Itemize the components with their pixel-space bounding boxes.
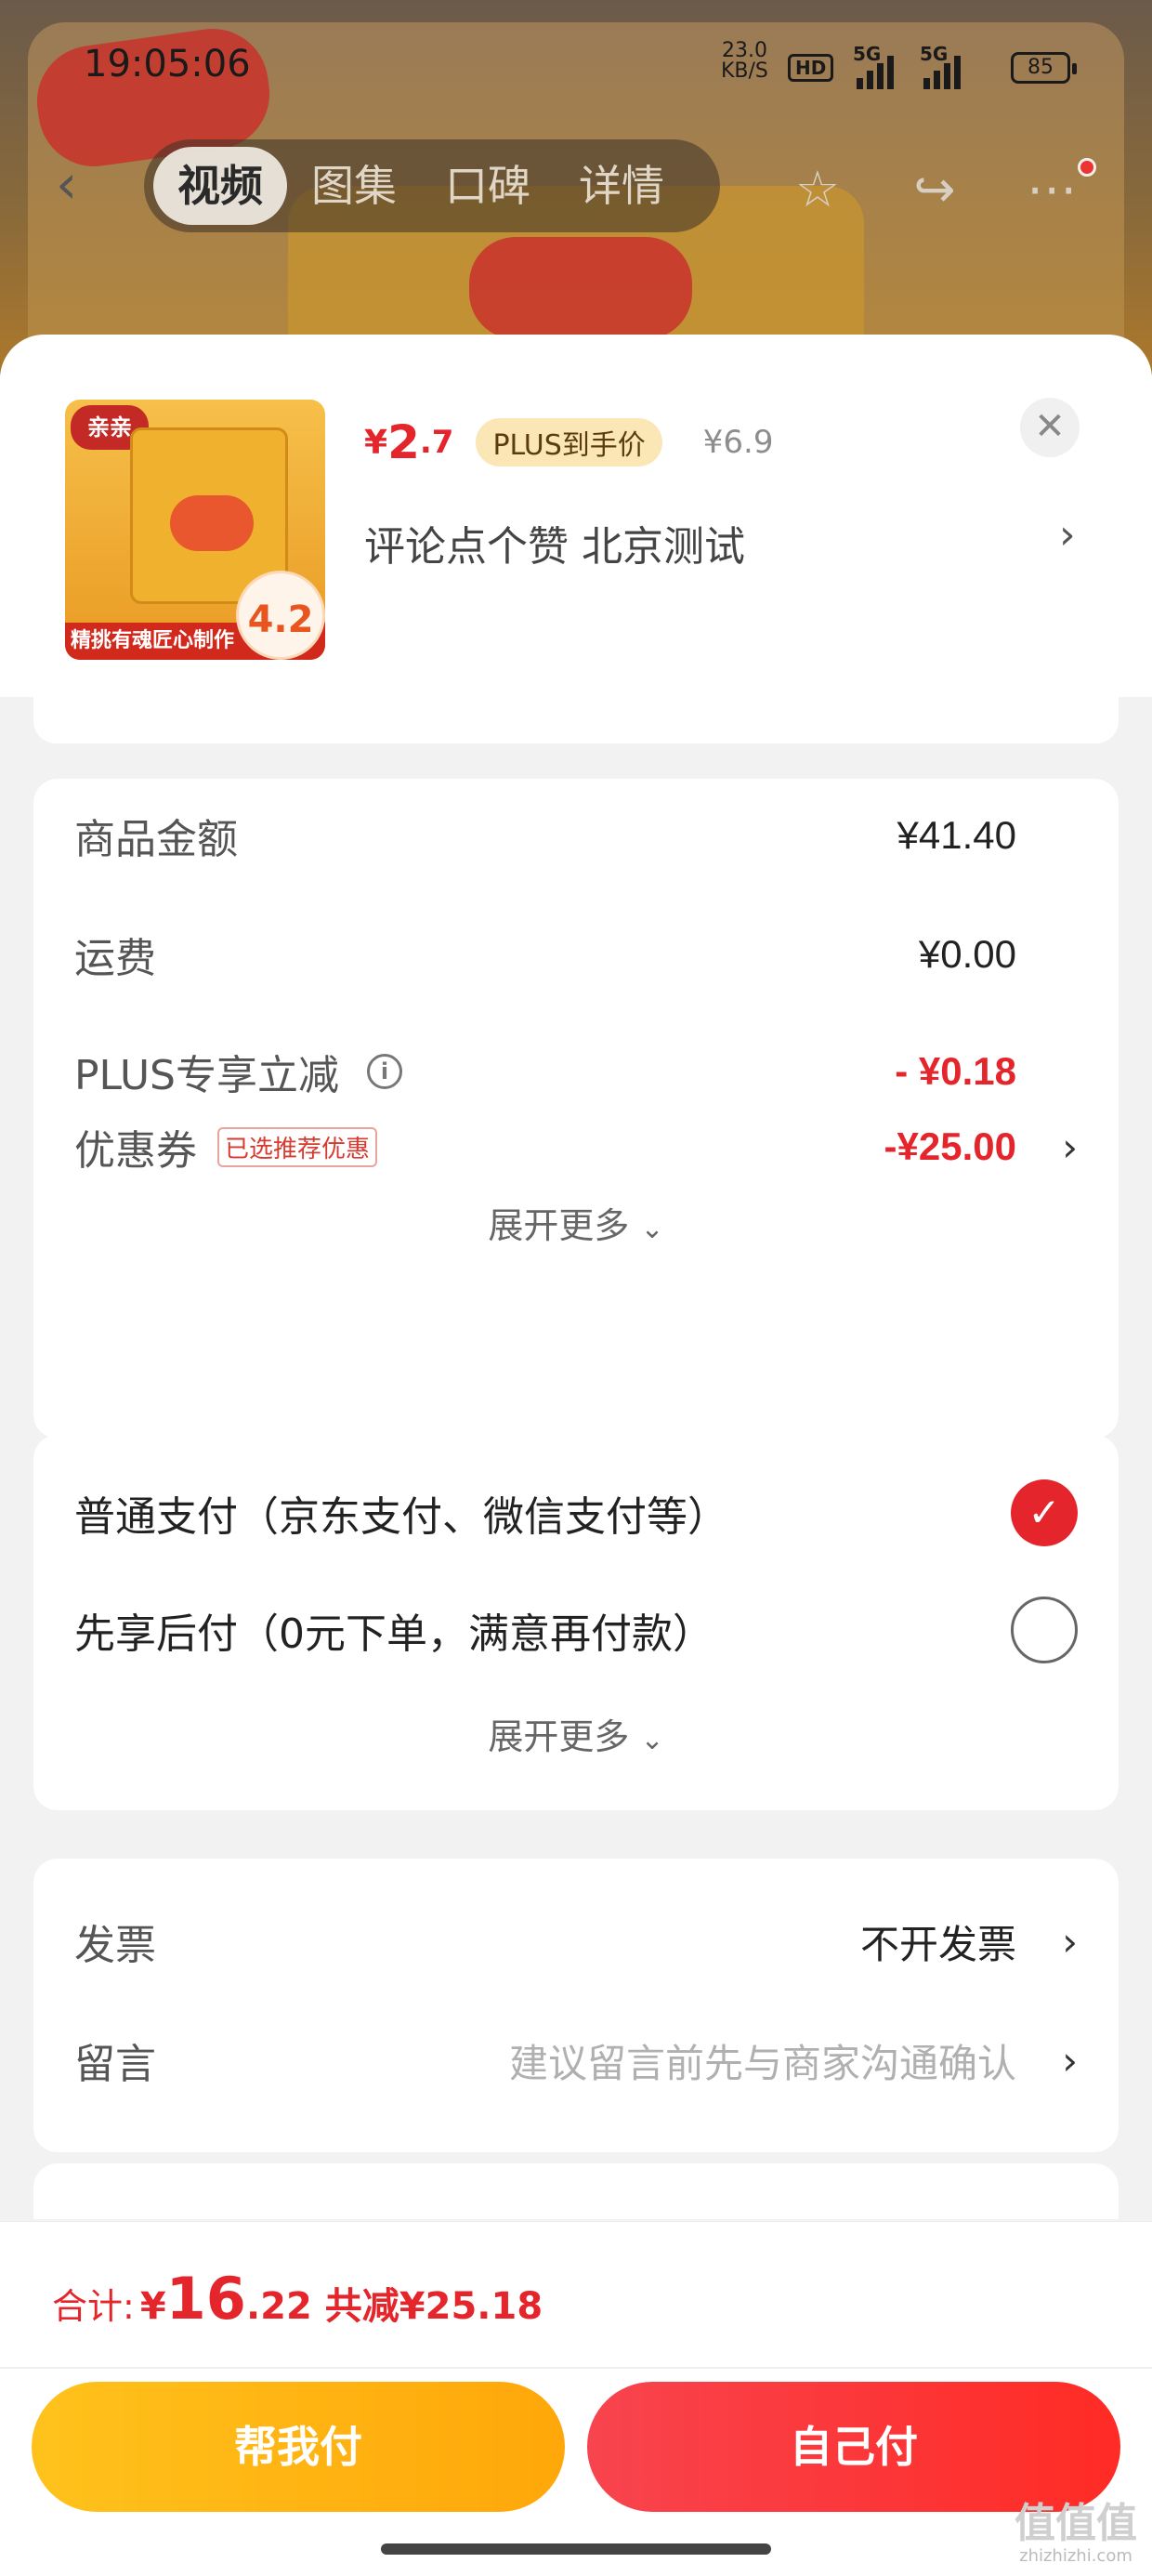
media-tabs: 视频 图集 口碑 详情 — [144, 139, 720, 232]
expand-more-label: 展开更多 — [488, 1716, 630, 1757]
expand-more-label: 展开更多 — [488, 1205, 630, 1246]
thumb-price: 4.2 — [236, 571, 325, 660]
invoice-value: 不开发票 — [859, 1922, 1016, 1966]
coupon-tag: 已选推荐优惠 — [217, 1126, 378, 1167]
price-decimal: .7 — [419, 424, 454, 461]
total-label: 合计: — [52, 2286, 135, 2327]
plus-discount-row: PLUS专享立减 i - ¥0.18 — [74, 1039, 1078, 1104]
tab-gallery[interactable]: 图集 — [287, 147, 421, 225]
invoice-label: 发票 — [74, 1922, 156, 1969]
radio-checked-icon[interactable]: ✓ — [1011, 1479, 1078, 1546]
goods-amount-value: ¥41.40 — [897, 813, 1016, 857]
tab-video[interactable]: 视频 — [153, 147, 287, 225]
top-nav: ‹ 视频 图集 口碑 详情 ☆ ↪ ⋯ — [0, 139, 1152, 232]
partial-card — [33, 2163, 1119, 2219]
status-time: 19:05:06 — [84, 43, 251, 85]
coupon-value: -¥25.00 — [884, 1124, 1016, 1168]
signal-icon — [857, 56, 894, 89]
back-icon[interactable]: ‹ — [56, 157, 111, 214]
product-header: 亲亲 精挑有魂匠心制作 4.2 ¥ 2 .7 PLUS到手价 ¥6.9 ✕ 评论… — [0, 335, 1152, 697]
payment-option-paylater[interactable]: 先享后付（0元下单，满意再付款） — [74, 1593, 1078, 1667]
network-speed: 23.0 KB/S — [721, 41, 768, 82]
plus-badge: PLUS到手价 — [476, 418, 662, 467]
share-icon[interactable]: ↪ — [905, 162, 964, 221]
original-price: ¥6.9 — [702, 424, 774, 461]
message-label: 留言 — [74, 2041, 156, 2088]
goods-amount-row: 商品金额 ¥41.40 — [74, 803, 1078, 868]
expand-more-payment[interactable]: 展开更多 ⌄ — [33, 1708, 1119, 1759]
expand-more-summary[interactable]: 展开更多 ⌄ — [33, 1197, 1119, 1248]
chevron-right-icon: › — [1062, 1918, 1078, 1965]
price-row: ¥ 2 .7 PLUS到手价 ¥6.9 — [364, 414, 773, 470]
shipping-value: ¥0.00 — [918, 932, 1016, 976]
payment-option-normal[interactable]: 普通支付（京东支付、微信支付等） ✓ — [74, 1476, 1078, 1550]
message-placeholder[interactable]: 建议留言前先与商家沟通确认 — [509, 2032, 1016, 2089]
invoice-message-card: 发票 不开发票 › 留言 建议留言前先与商家沟通确认 › — [33, 1859, 1119, 2152]
price-currency: ¥ — [364, 423, 388, 462]
invoice-row[interactable]: 发票 不开发票 › — [74, 1909, 1078, 1974]
network-speed-unit: KB/S — [721, 59, 768, 83]
more-icon[interactable]: ⋯ — [1022, 162, 1081, 221]
total-row: 合计: ¥ 16 .22 共减¥25.18 — [52, 2265, 543, 2333]
battery-icon: 85 — [1011, 52, 1077, 84]
total-savings: 共减¥25.18 — [324, 2285, 543, 2328]
chevron-right-icon: › — [1062, 2037, 1078, 2083]
help-pay-button[interactable]: 帮我付 — [32, 2382, 565, 2512]
close-icon[interactable]: ✕ — [1020, 398, 1080, 457]
price-summary-card: 商品金额 ¥41.40 运费 ¥0.00 PLUS专享立减 i - ¥0.18 — [33, 779, 1119, 1134]
chevron-right-icon[interactable]: › — [1059, 511, 1076, 559]
product-description[interactable]: 评论点个赞 北京测试 — [364, 513, 745, 572]
coupon-card: 优惠券 已选推荐优惠 -¥25.00 › 展开更多 ⌄ — [33, 1113, 1119, 1439]
payment-option-label: 普通支付（京东支付、微信支付等） — [74, 1493, 728, 1541]
plus-discount-label: PLUS专享立减 — [74, 1052, 339, 1099]
chevron-right-icon: › — [1062, 1124, 1078, 1170]
hd-icon: HD — [788, 54, 834, 82]
total-currency: ¥ — [139, 2285, 166, 2328]
chevron-down-icon: ⌄ — [640, 1724, 664, 1756]
shipping-label: 运费 — [74, 935, 156, 982]
brand-logo-image-secondary — [469, 237, 692, 339]
collapsed-card — [33, 684, 1119, 743]
network-speed-value: 23.0 — [721, 39, 767, 62]
plus-discount-value: - ¥0.18 — [895, 1049, 1016, 1093]
watermark-logo: 值值值 — [1015, 2500, 1137, 2547]
status-bar: 19:05:06 23.0 KB/S HD 5G 5G 85 — [0, 37, 1152, 102]
star-icon[interactable]: ☆ — [788, 162, 847, 221]
payment-option-label: 先享后付（0元下单，满意再付款） — [74, 1610, 713, 1658]
watermark: 值值值 zhizhizhi.com — [1011, 2501, 1141, 2566]
payment-card: 普通支付（京东支付、微信支付等） ✓ 先享后付（0元下单，满意再付款） 展开更多… — [33, 1435, 1119, 1810]
notification-dot — [1078, 158, 1096, 177]
radio-unchecked-icon[interactable] — [1011, 1597, 1078, 1663]
checkout-bar: 合计: ¥ 16 .22 共减¥25.18 帮我付 自己付 值值值 zhizhi… — [0, 2221, 1152, 2576]
tab-details[interactable]: 详情 — [555, 147, 688, 225]
signal-icon-2 — [923, 56, 961, 89]
self-pay-button[interactable]: 自己付 — [587, 2382, 1120, 2512]
total-decimal: .22 — [245, 2285, 312, 2328]
coupon-label: 优惠券 — [74, 1127, 197, 1175]
watermark-site: zhizhizhi.com — [1019, 2546, 1132, 2566]
divider — [0, 2367, 1152, 2369]
chevron-down-icon: ⌄ — [640, 1213, 664, 1245]
info-icon[interactable]: i — [367, 1054, 402, 1089]
shipping-row: 运费 ¥0.00 — [74, 922, 1078, 987]
total-integer: 16 — [165, 2265, 246, 2333]
product-thumbnail: 亲亲 精挑有魂匠心制作 4.2 — [65, 400, 325, 660]
price-integer: 2 — [387, 415, 420, 469]
home-indicator[interactable] — [381, 2543, 771, 2555]
tab-reviews[interactable]: 口碑 — [421, 147, 555, 225]
message-row[interactable]: 留言 建议留言前先与商家沟通确认 › — [74, 2028, 1078, 2093]
goods-amount-label: 商品金额 — [74, 816, 238, 863]
coupon-row[interactable]: 优惠券 已选推荐优惠 -¥25.00 › — [74, 1114, 1078, 1179]
